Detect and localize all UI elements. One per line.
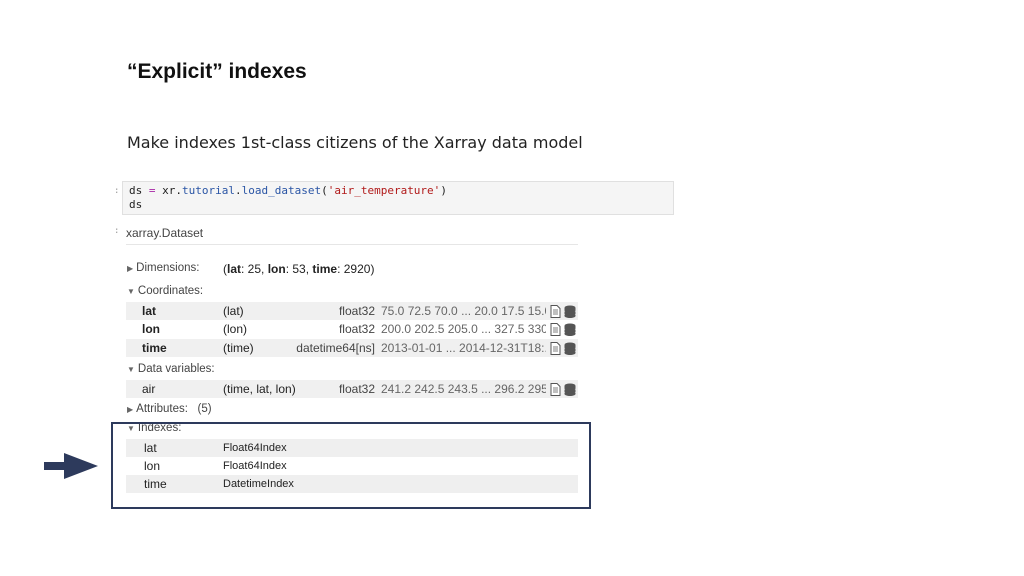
database-icon[interactable] [564, 383, 576, 396]
output-prompt: : [114, 226, 120, 236]
slide-title: “Explicit” indexes [127, 60, 307, 83]
expand-right-icon: ▶ [127, 264, 134, 273]
datavar-row-air: air (time, lat, lon) float32 241.2 242.5… [126, 380, 578, 398]
section-dimensions[interactable]: ▶ Dimensions: [127, 262, 199, 274]
file-text-icon[interactable] [550, 322, 561, 336]
code-line-1: ds = xr.tutorial.load_dataset('air_tempe… [129, 184, 447, 197]
right-arrow-icon [44, 453, 98, 479]
database-icon[interactable] [564, 342, 576, 355]
code-prompt: : [114, 186, 120, 196]
indexes-highlight-box [111, 422, 591, 509]
file-text-icon[interactable] [550, 304, 561, 318]
section-attributes[interactable]: ▶ Attributes: (5) [127, 403, 212, 415]
dimensions-values: (lat: 25, lon: 53, time: 2920) [223, 262, 375, 276]
coord-row-lon: lon (lon) float32 200.0 202.5 205.0 ... … [126, 320, 578, 338]
file-text-icon[interactable] [550, 382, 561, 396]
coord-row-time: time (time) datetime64[ns] 2013-01-01 ..… [126, 339, 578, 357]
expand-right-icon: ▶ [127, 405, 134, 414]
expand-down-icon: ▼ [127, 287, 135, 296]
file-text-icon[interactable] [550, 341, 561, 355]
coord-row-lat: lat (lat) float32 75.0 72.5 70.0 ... 20.… [126, 302, 578, 320]
expand-down-icon: ▼ [127, 365, 135, 374]
attributes-count: (5) [197, 403, 212, 415]
code-line-2: ds [129, 198, 143, 211]
section-data-variables[interactable]: ▼ Data variables: [127, 363, 215, 375]
database-icon[interactable] [564, 305, 576, 318]
slide-subtitle: Make indexes 1st-class citizens of the X… [127, 133, 583, 152]
dataset-header: xarray.Dataset [126, 222, 578, 245]
code-cell[interactable]: ds = xr.tutorial.load_dataset('air_tempe… [122, 181, 674, 215]
database-icon[interactable] [564, 323, 576, 336]
section-coordinates[interactable]: ▼ Coordinates: [127, 285, 203, 297]
